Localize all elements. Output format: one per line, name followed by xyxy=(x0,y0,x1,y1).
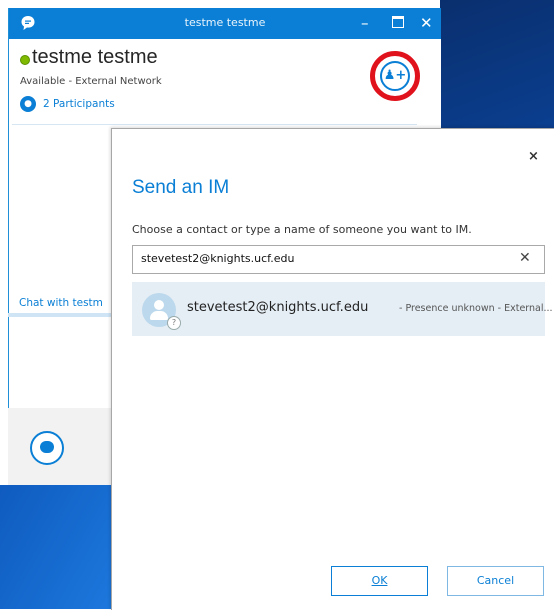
result-email: stevetest2@knights.ucf.edu xyxy=(187,300,369,315)
participants-link[interactable]: 2 Participants xyxy=(43,98,115,110)
close-dialog-button[interactable]: × xyxy=(528,149,539,164)
dialog-title: Send an IM xyxy=(132,177,230,198)
contact-result-row[interactable]: ? stevetest2@knights.ucf.edu - Presence … xyxy=(132,282,553,336)
ok-button[interactable]: OK xyxy=(331,566,428,596)
chat-button[interactable] xyxy=(30,431,64,465)
avatar-body xyxy=(150,311,168,320)
minimize-button[interactable]: – xyxy=(361,14,369,32)
result-presence: - Presence unknown - External... xyxy=(399,303,553,314)
clear-search-button[interactable]: ✕ xyxy=(519,250,531,266)
cancel-button[interactable]: Cancel xyxy=(447,566,544,596)
add-person-icon: ♟+ xyxy=(380,61,410,91)
contact-search-input[interactable] xyxy=(141,252,501,265)
close-window-button[interactable]: ✕ xyxy=(420,14,433,32)
maximize-button[interactable] xyxy=(392,14,404,32)
window-title: testme testme xyxy=(184,16,266,29)
presence-unknown-icon: ? xyxy=(167,316,181,330)
presence-available-icon xyxy=(20,55,30,65)
contact-name: testme testme xyxy=(32,46,158,68)
header-divider xyxy=(12,124,417,125)
maximize-icon xyxy=(392,16,404,28)
contact-search-box: ✕ xyxy=(132,245,545,274)
participants-icon: ● xyxy=(20,96,36,112)
ok-label: OK xyxy=(371,574,388,587)
send-im-dialog: × Send an IM Choose a contact or type a … xyxy=(111,128,554,610)
contact-status: Available - External Network xyxy=(20,76,162,87)
dialog-prompt: Choose a contact or type a name of someo… xyxy=(132,223,472,236)
chat-bubble-icon xyxy=(40,441,54,453)
title-bar: testme testme – ✕ xyxy=(9,8,441,39)
avatar-head xyxy=(154,300,164,310)
chat-with-label: Chat with testm xyxy=(19,297,103,309)
add-people-button[interactable]: ♟+ xyxy=(370,51,420,101)
